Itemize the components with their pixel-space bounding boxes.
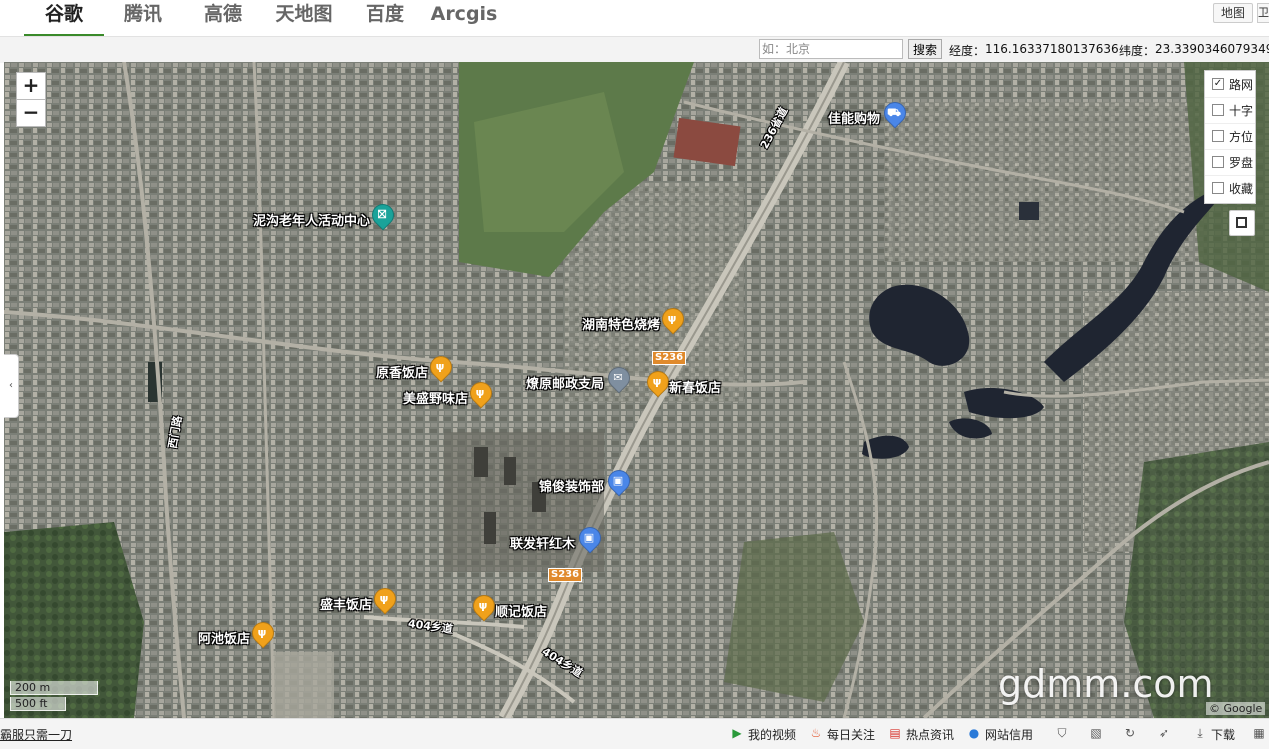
longitude-label: 经度： <box>949 44 986 58</box>
layer-checkbox[interactable] <box>1212 104 1224 116</box>
map-copyright: © Google <box>1206 702 1266 715</box>
tab-tianditu[interactable]: 天地图 <box>268 0 340 34</box>
poi-label: 新春饭店 <box>669 381 722 396</box>
poi-label: 燎原邮政支局 <box>525 377 604 392</box>
status-download[interactable]: 下载 <box>1211 726 1235 743</box>
map-provider-tabs: 谷歌 腾讯 高德 天地图 百度 Arcgis 地图 卫 <box>0 0 1269 37</box>
download-icon: ⤓ <box>1197 726 1203 740</box>
search-bar: 搜索 经度： 116.16337180137636 纬度： 23.3390346… <box>0 36 1269 63</box>
latitude-value: 23.33903460793499 <box>1155 42 1269 56</box>
site-watermark: gdmm.com <box>998 662 1214 706</box>
flame-icon: ♨ <box>810 726 822 740</box>
layer-checkbox[interactable]: ✓ <box>1212 78 1224 90</box>
poi-label: 盛丰饭店 <box>319 598 372 613</box>
shield-icon[interactable]: ⛉ <box>1054 725 1070 741</box>
poi-label: 湖南特色烧烤 <box>581 318 660 333</box>
fullscreen-icon <box>1236 217 1247 228</box>
poi-label: 阿池饭店 <box>197 632 250 647</box>
zoom-in-button[interactable]: + <box>16 72 46 100</box>
refresh-icon[interactable]: ↻ <box>1122 725 1138 741</box>
video-play-icon: ▶ <box>732 726 742 740</box>
layer-checkbox[interactable] <box>1212 156 1224 168</box>
search-input[interactable] <box>759 39 903 59</box>
poi-label: 美盛野味店 <box>402 392 468 407</box>
layer-option-road-network[interactable]: ✓ 路网 <box>1205 71 1255 98</box>
layer-option-crosshair[interactable]: 十字 <box>1205 97 1255 124</box>
poi-label: 佳能购物 <box>827 112 880 127</box>
satellite-imagery <box>4 62 1269 718</box>
scale-bar-imperial: 500 ft <box>10 697 66 711</box>
layer-option-bearing[interactable]: 方位 <box>1205 123 1255 150</box>
layer-option-favorites[interactable]: 收藏 <box>1205 175 1255 201</box>
tab-google[interactable]: 谷歌 <box>24 0 104 37</box>
search-button[interactable]: 搜索 <box>908 39 942 59</box>
poi-label: 联发轩红木 <box>509 537 575 552</box>
status-hot-news[interactable]: 热点资讯 <box>906 726 954 743</box>
tab-baidu[interactable]: 百度 <box>354 0 416 34</box>
scale-bar-metric: 200 m <box>10 681 98 695</box>
tab-arcgis[interactable]: Arcgis <box>426 0 502 34</box>
poi-label: 顺记饭店 <box>495 605 548 620</box>
road-shield-s236: S236 <box>652 351 687 365</box>
satellite-map[interactable]: + − ‹ ✓ 路网 十字 方位 罗盘 收藏 ⛟ 佳能购物 ⛝ 泥沟老年人活动中… <box>4 62 1269 718</box>
rocket-icon[interactable]: ➶ <box>1156 725 1172 741</box>
poi-label: 泥沟老年人活动中心 <box>252 214 370 229</box>
zoom-out-button[interactable]: − <box>16 99 46 127</box>
fullscreen-button[interactable] <box>1229 210 1255 236</box>
news-icon: ▤ <box>889 726 901 740</box>
layer-checkbox[interactable] <box>1212 182 1224 194</box>
ad-link[interactable]: 霸服只需一刀 <box>0 726 72 743</box>
status-daily-focus[interactable]: 每日关注 <box>827 726 875 743</box>
map-type-button[interactable]: 地图 <box>1213 3 1253 23</box>
satellite-type-button[interactable]: 卫 <box>1257 3 1269 23</box>
status-my-video[interactable]: 我的视频 <box>748 726 796 743</box>
poi-label: 锦俊装饰部 <box>538 480 604 495</box>
poi-label: 原香饭店 <box>375 366 428 381</box>
latitude-label: 纬度： <box>1119 44 1156 58</box>
image-icon[interactable]: ▧ <box>1088 725 1104 741</box>
status-site-credit[interactable]: 网站信用 <box>985 726 1033 743</box>
tab-amap[interactable]: 高德 <box>192 0 254 34</box>
layer-option-compass[interactable]: 罗盘 <box>1205 149 1255 176</box>
grid-icon[interactable]: ▦ <box>1251 725 1267 741</box>
longitude-value: 116.16337180137636 <box>985 42 1119 56</box>
browser-status-bar: 霸服只需一刀 ▶ 我的视频 ♨ 每日关注 ▤ 热点资讯 ● 网站信用 ⛉ ▧ ↻… <box>0 718 1269 749</box>
layer-checkbox[interactable] <box>1212 130 1224 142</box>
side-panel-toggle[interactable]: ‹ <box>4 354 19 418</box>
tab-tencent[interactable]: 腾讯 <box>112 0 174 34</box>
road-shield-s236: S236 <box>548 568 583 582</box>
layer-panel: ✓ 路网 十字 方位 罗盘 收藏 <box>1204 70 1256 204</box>
water-drop-icon: ● <box>968 726 980 740</box>
